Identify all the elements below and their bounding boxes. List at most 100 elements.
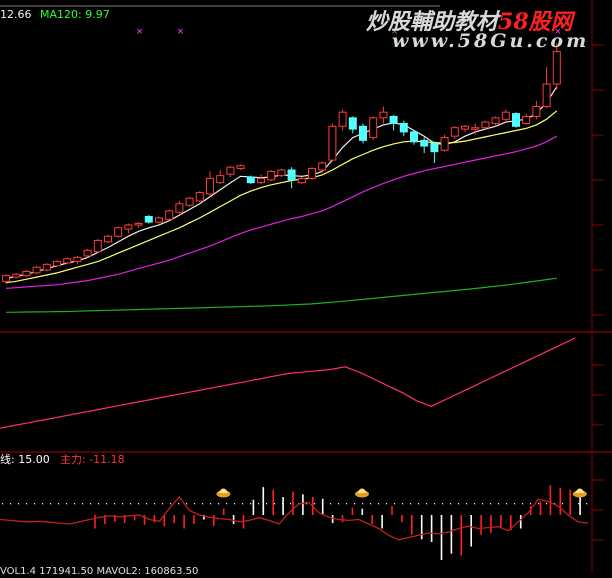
dotted-level [10, 503, 12, 505]
candle-up [257, 177, 265, 184]
dotted-level [66, 503, 68, 505]
candle-up [206, 177, 214, 195]
dotted-level [498, 503, 500, 505]
candle-down [144, 215, 153, 223]
chart-background [0, 0, 612, 572]
url-watermark: www.58Gu.com [392, 30, 590, 52]
dotted-level [2, 503, 4, 505]
dotted-level [138, 503, 140, 505]
line-indicator-label: 线: 15.00 [0, 453, 50, 466]
dotted-level [330, 503, 332, 505]
candle-up [542, 83, 551, 108]
candle-down [359, 125, 367, 141]
candle-up [185, 197, 194, 206]
dotted-level [42, 503, 44, 505]
candle-up [267, 170, 276, 181]
candle-up [338, 111, 347, 127]
dotted-level [122, 503, 124, 505]
candle-up [63, 258, 72, 264]
dotted-level [490, 503, 492, 505]
dotted-level [562, 503, 564, 505]
candle-up [216, 175, 225, 184]
dotted-level [114, 503, 116, 505]
dotted-level [370, 503, 372, 505]
candle-down [389, 115, 398, 124]
top-marker: × [177, 27, 185, 37]
candle-up [12, 273, 21, 278]
dotted-level [506, 503, 508, 505]
candle-up [328, 125, 337, 161]
dotted-level [82, 503, 84, 505]
candle-up [165, 210, 174, 220]
dotted-level [146, 503, 148, 505]
dotted-level [98, 503, 100, 505]
dotted-level [194, 503, 196, 505]
dotted-level [410, 503, 412, 505]
top-marker: × [136, 27, 144, 37]
dotted-level [474, 503, 476, 505]
dotted-level [378, 503, 380, 505]
candle-down [348, 117, 357, 130]
candle-down [399, 122, 408, 133]
candle-up [155, 217, 163, 223]
dotted-level [210, 503, 212, 505]
dotted-level [274, 503, 276, 505]
dotted-level [258, 503, 260, 505]
candle-up [32, 266, 41, 274]
dotted-level [546, 503, 548, 505]
candle-down [430, 142, 439, 153]
candle-down [410, 131, 418, 143]
dotted-level [154, 503, 156, 505]
dotted-level [354, 503, 356, 505]
candle-down [287, 169, 296, 181]
dotted-level [346, 503, 348, 505]
candle-up [552, 51, 561, 85]
dotted-level [434, 503, 436, 505]
candle-up [195, 192, 204, 202]
dotted-level [314, 503, 316, 505]
candle-down [246, 176, 255, 184]
candle-down [420, 139, 429, 147]
candle-up [114, 227, 123, 237]
candle-down [512, 113, 520, 127]
dotted-level [482, 503, 484, 505]
candle-up [491, 117, 500, 124]
candle-up [369, 117, 378, 139]
dotted-level [394, 503, 396, 505]
dotted-level [458, 503, 460, 505]
dotted-level [290, 503, 292, 505]
dotted-level [418, 503, 420, 505]
candle-up [93, 239, 102, 253]
candle-up [124, 224, 133, 230]
dotted-level [514, 503, 516, 505]
candle-up [73, 256, 82, 263]
candle-up [236, 165, 245, 170]
candle-up [53, 261, 61, 267]
candle-up [318, 162, 327, 171]
candle-up [226, 166, 235, 175]
candle-up [297, 177, 306, 184]
dotted-level [18, 503, 20, 505]
dotted-level [426, 503, 428, 505]
dotted-level [90, 503, 92, 505]
dotted-level [50, 503, 52, 505]
candle-up [501, 111, 510, 120]
candle-up [42, 263, 51, 271]
candle-up [481, 121, 490, 129]
dotted-level [186, 503, 188, 505]
dotted-level [386, 503, 388, 505]
candle-up [440, 137, 449, 151]
dotted-level [162, 503, 164, 505]
candle-up [471, 127, 480, 130]
dotted-level [202, 503, 204, 505]
ma-value-partial: 12.66 [0, 8, 32, 21]
dotted-level [266, 503, 268, 505]
dotted-level [226, 503, 228, 505]
dotted-level [538, 503, 540, 505]
candle-up [461, 125, 469, 130]
dotted-level [218, 503, 220, 505]
candle-up [104, 235, 112, 243]
dotted-level [522, 503, 524, 505]
dotted-level [26, 503, 28, 505]
dotted-level [530, 503, 532, 505]
